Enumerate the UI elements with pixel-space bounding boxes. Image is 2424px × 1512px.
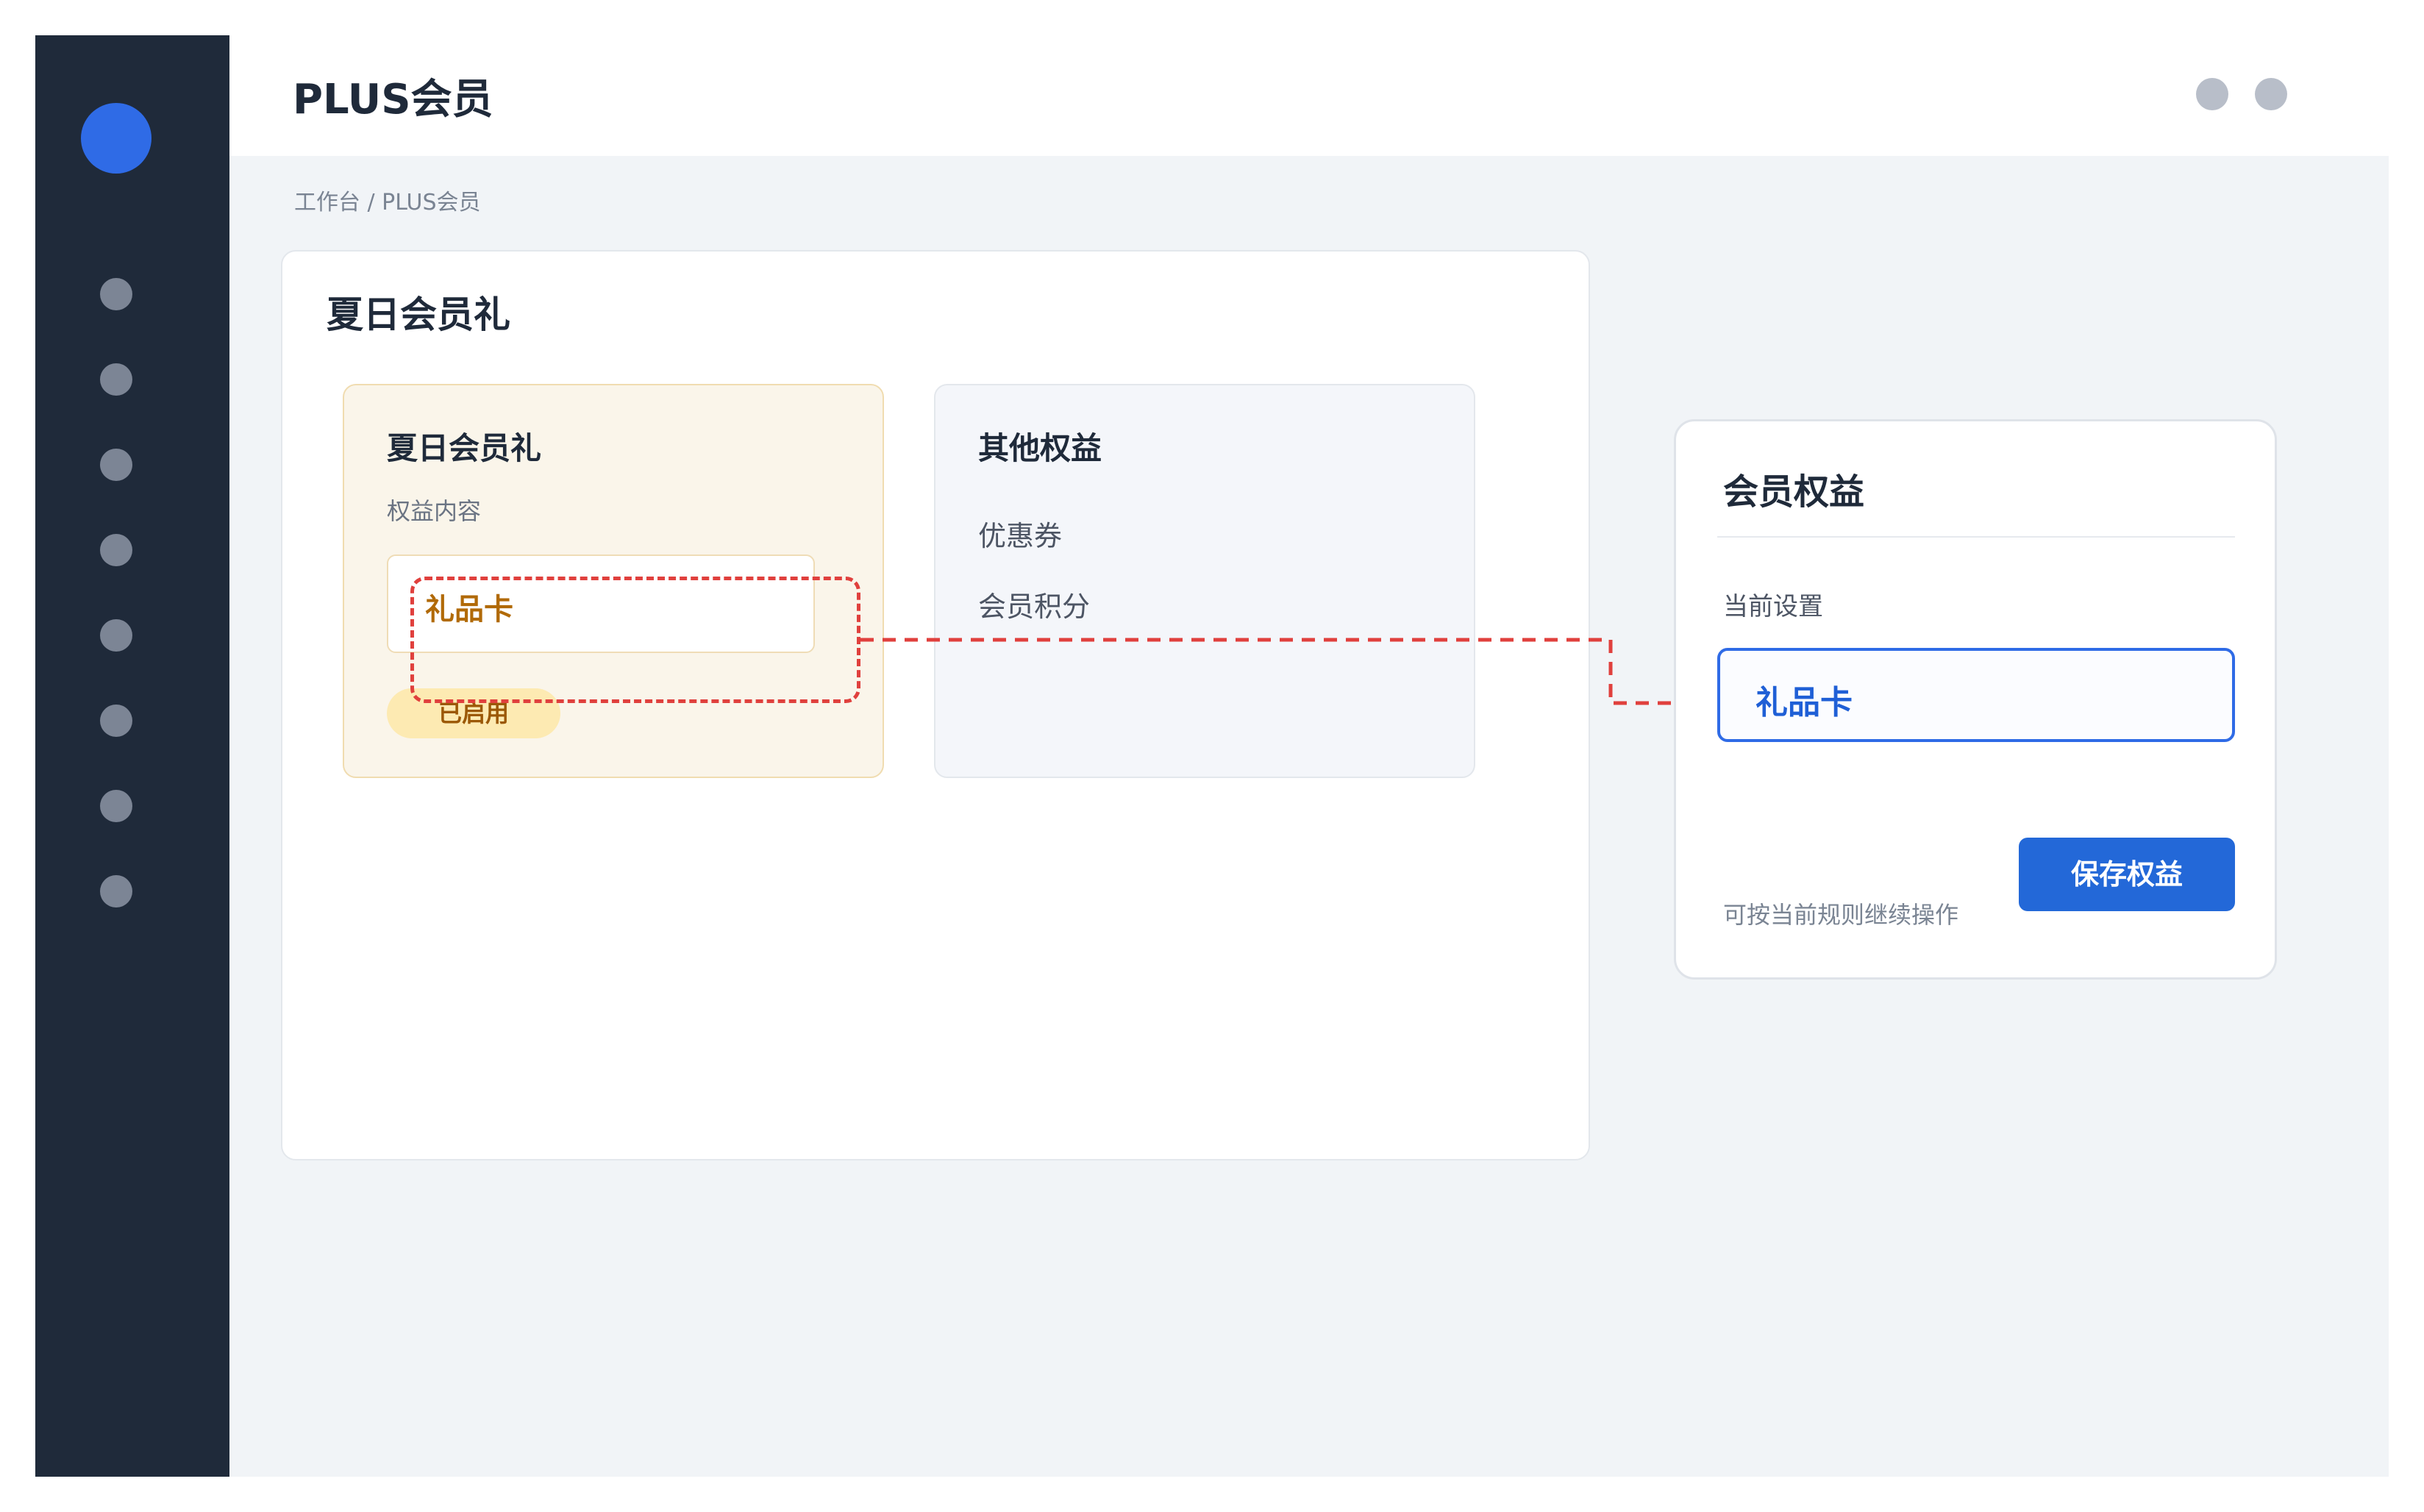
- app-frame: PLUS会员 工作台 / PLUS会员 夏日会员礼 夏日会员礼 权益内容 礼品卡…: [35, 35, 2389, 1477]
- connector-line: [860, 638, 1672, 705]
